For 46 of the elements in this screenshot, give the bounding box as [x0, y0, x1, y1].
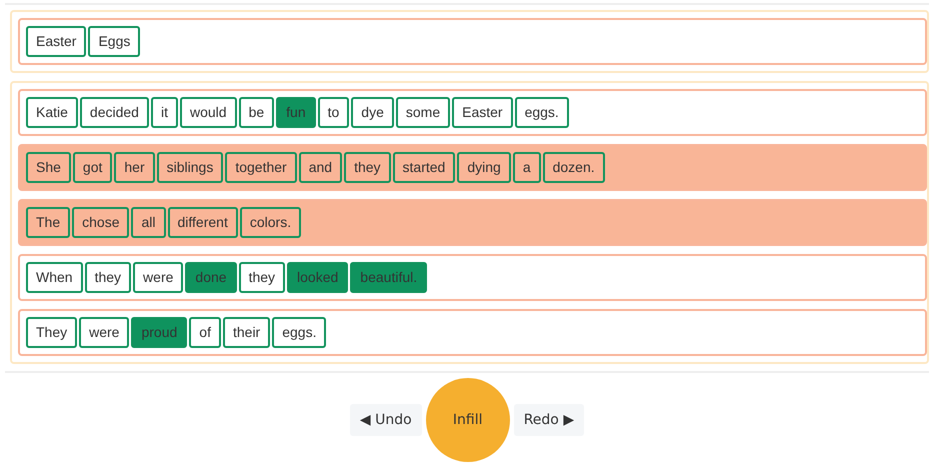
word-chip[interactable]: it [150, 97, 178, 128]
word-chip[interactable]: Easter [452, 97, 513, 128]
sentence-row[interactable]: Katie decided it would be fun to dye some Easter eggs. [18, 89, 927, 136]
word-chip[interactable]: they [344, 152, 391, 183]
word-chip[interactable]: decided [80, 97, 149, 128]
undo-button[interactable]: ◀ Undo [350, 404, 422, 436]
word-chip[interactable]: be [238, 97, 274, 128]
word-chip[interactable]: were [79, 317, 130, 348]
redo-button[interactable]: Redo ▶ [514, 404, 584, 436]
word-chip[interactable]: They [26, 317, 78, 348]
word-chip[interactable]: chose [72, 207, 130, 238]
word-chip[interactable]: siblings [156, 152, 224, 183]
word-chip[interactable]: dying [457, 152, 511, 183]
word-chip[interactable]: to [318, 97, 350, 128]
word-chip[interactable]: a [512, 152, 541, 183]
word-chip[interactable]: of [189, 317, 221, 348]
word-chip[interactable]: She [26, 152, 71, 183]
word-chip[interactable]: together [225, 152, 297, 183]
word-chip[interactable]: would [180, 97, 237, 128]
highlighted-sentence[interactable]: The chose all different colors. [18, 199, 927, 246]
word-chip[interactable]: eggs. [272, 317, 326, 348]
word-chip[interactable]: The [26, 207, 70, 238]
infill-button[interactable]: Infill [426, 378, 510, 462]
sentence-row[interactable]: They were proud of their eggs. [18, 309, 927, 356]
word-chip[interactable]: they [84, 262, 132, 293]
word-chip[interactable]: all [131, 207, 166, 238]
word-chip[interactable]: Katie [26, 97, 78, 128]
word-chip[interactable]: started [392, 152, 456, 183]
word-chip[interactable]: colors. [240, 207, 302, 238]
highlighted-sentence[interactable]: She got her siblings together and they started dying a dozen. [18, 144, 927, 191]
word-chip[interactable]: dye [351, 97, 394, 128]
word-chip[interactable]: got [72, 152, 112, 183]
word-chip[interactable]: dozen. [542, 152, 605, 183]
word-chip[interactable]: they [238, 262, 286, 293]
word-chip[interactable]: Easter [26, 26, 86, 57]
word-chip[interactable]: their [222, 317, 270, 348]
word-chip[interactable]: were [133, 262, 184, 293]
word-chip[interactable]: eggs. [514, 97, 569, 128]
word-chip[interactable]: When [26, 262, 83, 293]
sentence-row[interactable]: When they were done they looked beautiful. [18, 254, 927, 301]
word-chip[interactable]: different [168, 207, 238, 238]
word-chip[interactable]: and [298, 152, 342, 183]
sentence-row[interactable]: Easter Eggs [18, 18, 927, 65]
word-chip[interactable]: some [396, 97, 450, 128]
word-chip[interactable]: her [114, 152, 155, 183]
word-chip[interactable]: Eggs [88, 26, 140, 57]
